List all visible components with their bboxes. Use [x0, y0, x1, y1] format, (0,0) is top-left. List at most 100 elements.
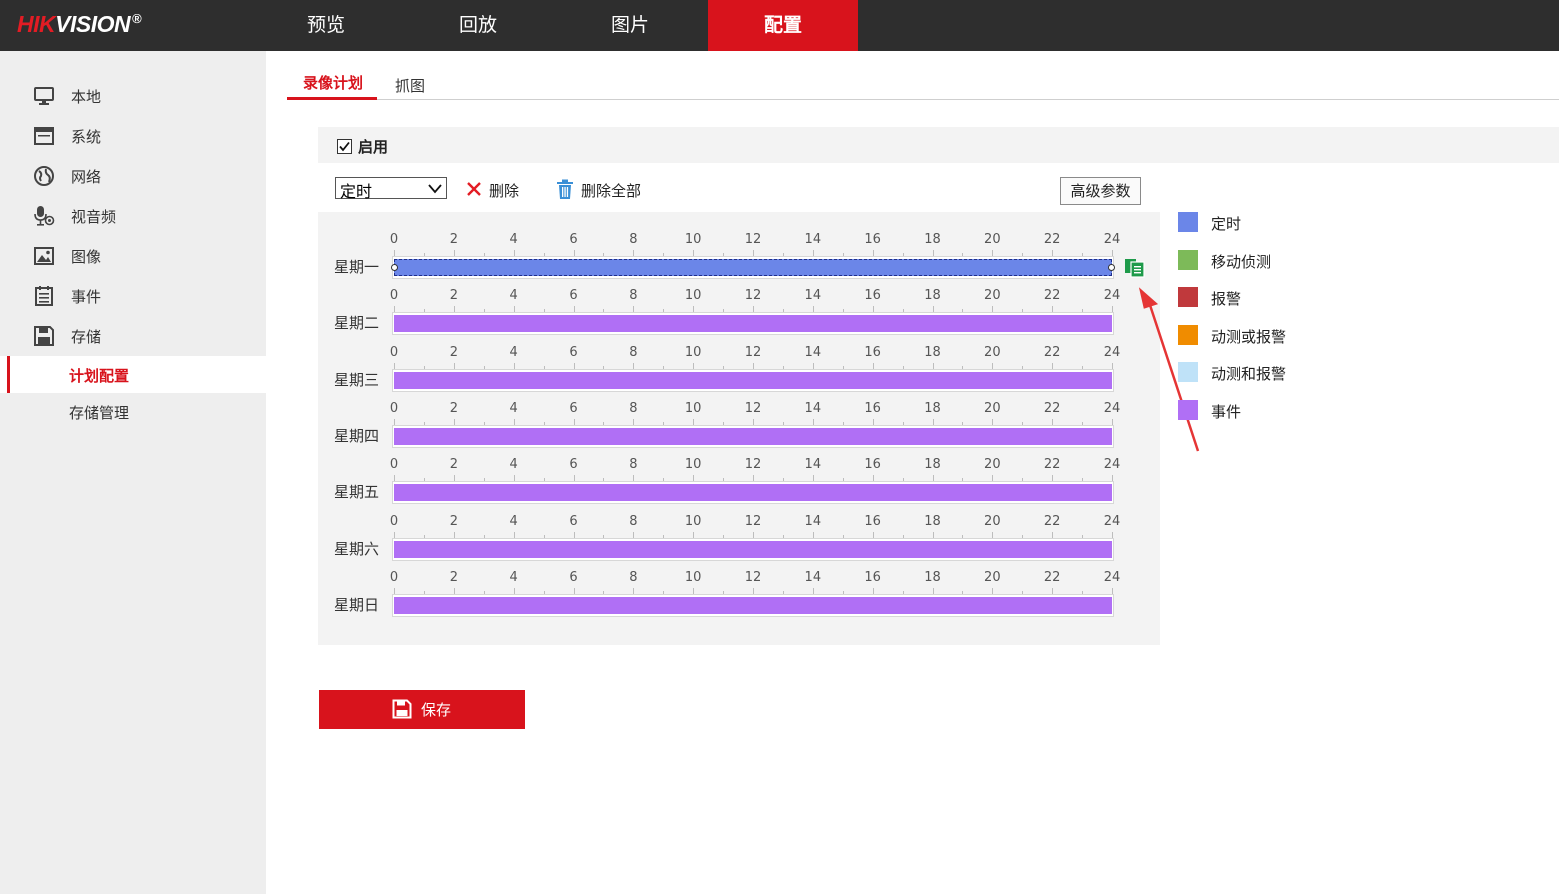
ruler-tick-label: 16 — [864, 570, 881, 585]
segment-resize-handle-right[interactable] — [1108, 264, 1115, 271]
legend-swatch — [1178, 212, 1198, 232]
ruler-tick-label: 16 — [864, 457, 881, 472]
ruler-tick-label: 16 — [864, 345, 881, 360]
schedule-bar[interactable] — [392, 312, 1114, 335]
ruler-tick-label: 18 — [924, 288, 941, 303]
legend-swatch — [1178, 287, 1198, 307]
logo-white-text: VISION — [55, 11, 131, 37]
ruler-tick-label: 14 — [804, 232, 822, 247]
trash-icon — [556, 179, 574, 204]
ruler-tick-label: 4 — [509, 401, 518, 416]
ruler-tick-label: 0 — [389, 570, 399, 585]
schedule-segment[interactable] — [394, 428, 1112, 445]
sidebar-item-label: 网络 — [71, 168, 102, 186]
ruler-tick-label: 0 — [389, 514, 399, 529]
sidebar-item-image[interactable]: 图像 — [0, 236, 266, 276]
ruler-tick-label: 12 — [744, 457, 762, 472]
ruler-tick-label: 0 — [389, 401, 399, 416]
nav-preview[interactable]: 预览 — [266, 0, 386, 51]
save-button[interactable]: 保存 — [319, 690, 525, 729]
ruler-tick-label: 2 — [449, 232, 458, 247]
list-icon — [33, 285, 55, 307]
segment-resize-handle-left[interactable] — [391, 264, 398, 271]
schedule-bar[interactable] — [392, 538, 1114, 561]
ruler-tick-label: 12 — [744, 232, 762, 247]
ruler-tick-label: 16 — [864, 514, 881, 529]
ruler-tick-label: 18 — [924, 345, 941, 360]
ruler-tick-label: 14 — [804, 457, 822, 472]
ruler-tick-label: 24 — [1103, 570, 1121, 585]
day-label: 星期三 — [334, 371, 380, 389]
logo-reg-mark: ® — [132, 11, 142, 27]
legend-swatch — [1178, 400, 1198, 420]
schedule-segment[interactable] — [394, 484, 1112, 501]
ruler-tick-label: 0 — [389, 457, 399, 472]
record-type-select[interactable]: 定时 — [335, 177, 447, 201]
sidebar-item-local[interactable]: 本地 — [0, 76, 266, 116]
ruler-tick-label: 2 — [449, 457, 458, 472]
schedule-bar[interactable] — [392, 369, 1114, 392]
schedule-bar[interactable] — [392, 594, 1114, 617]
ruler-tick-label: 8 — [629, 232, 638, 247]
ruler-tick-label: 20 — [984, 401, 1001, 416]
tab-capture[interactable]: 抓图 — [395, 75, 425, 96]
ruler-tick-label: 20 — [984, 288, 1001, 303]
ruler-tick-label: 18 — [924, 514, 941, 529]
legend-label: 动测和报警 — [1211, 365, 1287, 383]
ruler-tick-label: 14 — [804, 570, 822, 585]
sidebar-item-label: 系统 — [71, 128, 102, 146]
sidebar-item-label: 视音频 — [71, 208, 117, 226]
ruler-tick-label: 2 — [449, 401, 458, 416]
nav-playback[interactable]: 回放 — [418, 0, 538, 51]
sidebar-item-label: 本地 — [71, 88, 102, 106]
sidebar-item-network[interactable]: 网络 — [0, 156, 266, 196]
ruler-tick-label: 12 — [744, 570, 762, 585]
sidebar-item-storage[interactable]: 存储 — [0, 316, 266, 356]
schedule-segment[interactable] — [394, 259, 1112, 276]
delete-all-label: 删除全部 — [581, 182, 642, 200]
record-type-value: 定时 — [340, 182, 373, 201]
ruler-tick-label: 22 — [1043, 232, 1061, 247]
schedule-segment[interactable] — [394, 597, 1112, 614]
ruler-tick-label: 10 — [684, 514, 702, 529]
schedule-bar[interactable] — [392, 481, 1114, 504]
ruler-tick-label: 22 — [1043, 345, 1061, 360]
ruler-tick-label: 16 — [864, 232, 881, 247]
tab-record-schedule[interactable]: 录像计划 — [303, 72, 363, 93]
ruler-tick-label: 8 — [629, 457, 638, 472]
enable-label: 启用 — [358, 138, 389, 156]
sidebar-subitem-storage-management[interactable]: 存储管理 — [0, 393, 266, 430]
sidebar-subitem-label: 存储管理 — [69, 404, 130, 422]
legend-swatch — [1178, 250, 1198, 270]
microphone-camera-icon — [33, 205, 55, 227]
ruler-tick-label: 24 — [1103, 345, 1121, 360]
schedule-segment[interactable] — [394, 315, 1112, 332]
day-label: 星期一 — [334, 258, 380, 276]
ruler-tick-label: 6 — [569, 288, 578, 303]
ruler-tick-label: 8 — [629, 514, 638, 529]
enable-checkbox[interactable] — [337, 139, 352, 154]
schedule-bar[interactable] — [391, 256, 1115, 279]
ruler-tick-label: 22 — [1043, 570, 1061, 585]
legend-label: 报警 — [1211, 290, 1242, 308]
sidebar-item-label: 存储 — [71, 328, 102, 346]
advanced-params-button[interactable]: 高级参数 — [1060, 177, 1141, 205]
sidebar-item-system[interactable]: 系统 — [0, 116, 266, 156]
copy-schedule-icon[interactable] — [1124, 256, 1146, 282]
top-bar: HIKVISION ® 预览 回放 图片 配置 — [0, 0, 1559, 51]
schedule-segment[interactable] — [394, 372, 1112, 389]
sidebar-item-video-audio[interactable]: 视音频 — [0, 196, 266, 236]
schedule-bar[interactable] — [392, 425, 1114, 448]
sidebar-item-event[interactable]: 事件 — [0, 276, 266, 316]
schedule-segment[interactable] — [394, 541, 1112, 558]
ruler-tick-label: 0 — [389, 232, 399, 247]
ruler-tick-label: 14 — [804, 288, 822, 303]
ruler-tick-label: 6 — [569, 514, 578, 529]
globe-icon — [33, 165, 55, 187]
sidebar-subitem-schedule-config[interactable]: 计划配置 — [0, 356, 266, 393]
sidebar-item-label: 图像 — [71, 248, 102, 266]
ruler-tick-label: 8 — [629, 288, 638, 303]
nav-picture[interactable]: 图片 — [570, 0, 690, 51]
delete-x-icon — [466, 180, 482, 202]
nav-configuration[interactable]: 配置 — [708, 0, 858, 51]
